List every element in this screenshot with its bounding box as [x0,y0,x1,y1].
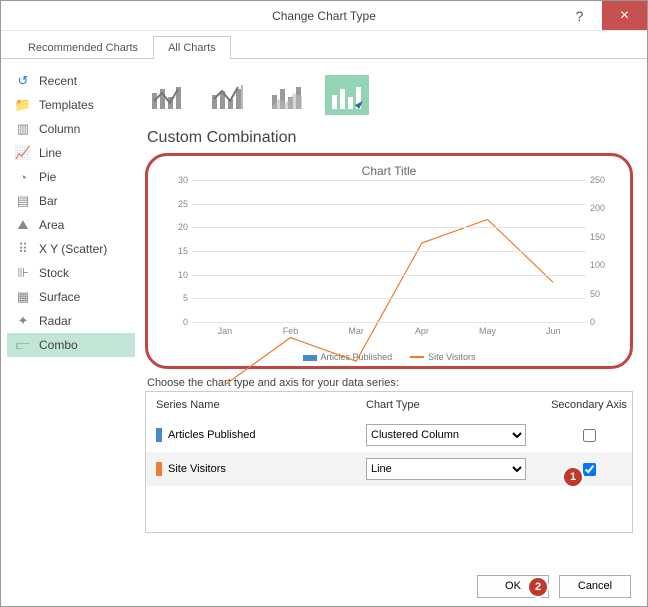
y-left-tick: 30 [164,175,188,185]
titlebar-controls: ? × [557,1,647,30]
sidebar-item-label: Combo [39,338,78,352]
combo-icon: ⫍ [15,337,31,353]
sidebar-item-label: Column [39,122,80,136]
sidebar-item-column[interactable]: ▥ Column [7,117,135,141]
tab-all-charts[interactable]: All Charts [153,36,231,59]
sidebar-item-x-y-scatter-[interactable]: ⠿ X Y (Scatter) [7,237,135,261]
combo-icon-2 [209,79,245,111]
combo-variant-custom[interactable] [325,75,369,115]
sidebar-item-label: Recent [39,74,77,88]
combo-variant-2[interactable] [205,75,249,115]
secondary-axis-checkbox-articles[interactable] [583,429,596,442]
callout-1: 1 [564,468,582,486]
sidebar-item-label: Templates [39,98,94,112]
sidebar-item-label: Surface [39,290,80,304]
change-chart-type-dialog: Change Chart Type ? × Recommended Charts… [0,0,648,607]
y-right-tick: 150 [590,232,618,242]
surface-icon: ▦ [15,289,31,305]
sidebar-item-label: Area [39,218,64,232]
templates-icon: 📁 [15,97,31,113]
plot-area [192,180,586,322]
sidebar-item-line[interactable]: 📈 Line [7,141,135,165]
x-category: Feb [258,326,324,336]
tab-recommended-charts[interactable]: Recommended Charts [13,36,153,59]
x-axis-labels: JanFebMarAprMayJun [192,326,586,336]
sidebar-item-label: Radar [39,314,72,328]
recent-icon: ↺ [15,73,31,89]
column-icon: ▥ [15,121,31,137]
chart-type-sidebar: ↺ Recent 📁 Templates ▥ Column 📈 Line ◔ Pie ▤ Bar ⛰ Ar… [1,59,141,566]
x-category: Apr [389,326,455,336]
bar-swatch-icon [156,428,162,442]
sidebar-item-bar[interactable]: ▤ Bar [7,189,135,213]
stock-icon: ⊪ [15,265,31,281]
y-right-tick: 100 [590,260,618,270]
area-icon: ⛰ [15,217,31,233]
col-secondary-axis: Secondary Axis [546,399,632,411]
chart-area: JanFebMarAprMayJun 051015202530050100150… [158,180,620,350]
combo-variant-1[interactable] [145,75,189,115]
help-button[interactable]: ? [557,1,602,30]
combo-icon-1 [149,79,185,111]
x-category: May [455,326,521,336]
cancel-button[interactable]: Cancel [559,575,631,598]
titlebar: Change Chart Type ? × [1,1,647,31]
combo-icon-3 [269,79,305,111]
y-left-tick: 20 [164,222,188,232]
sidebar-item-area[interactable]: ⛰ Area [7,213,135,237]
close-button[interactable]: × [602,1,647,30]
bar-icon: ▤ [15,193,31,209]
combo-variant-row [145,69,633,129]
dialog-footer: OK 2 Cancel [1,566,647,606]
chart-title: Chart Title [158,164,620,178]
radar-icon: ✦ [15,313,31,329]
y-left-tick: 0 [164,317,188,327]
dialog-body: ↺ Recent 📁 Templates ▥ Column 📈 Line ◔ Pie ▤ Bar ⛰ Ar… [1,59,647,566]
section-title: Custom Combination [147,129,633,147]
y-right-tick: 0 [590,317,618,327]
line-overlay [192,180,586,574]
y-left-tick: 10 [164,270,188,280]
pie-icon: ◔ [15,169,31,185]
combo-icon-custom [329,79,365,111]
sidebar-item-radar[interactable]: ✦ Radar [7,309,135,333]
sidebar-item-label: X Y (Scatter) [39,242,107,256]
sidebar-item-label: Bar [39,194,58,208]
x-category: Jun [520,326,586,336]
combo-variant-3[interactable] [265,75,309,115]
line-icon: 📈 [15,145,31,161]
sidebar-item-templates[interactable]: 📁 Templates [7,93,135,117]
tabs: Recommended Charts All Charts [1,31,647,59]
sidebar-item-stock[interactable]: ⊪ Stock [7,261,135,285]
sidebar-item-label: Stock [39,266,69,280]
sidebar-item-surface[interactable]: ▦ Surface [7,285,135,309]
line-swatch-icon [156,462,162,476]
sidebar-item-combo[interactable]: ⫍ Combo [7,333,135,357]
y-left-tick: 5 [164,293,188,303]
x-category: Mar [323,326,389,336]
sidebar-item-label: Line [39,146,62,160]
y-right-tick: 200 [590,203,618,213]
x-category: Jan [192,326,258,336]
x-y-scatter--icon: ⠿ [15,241,31,257]
sidebar-item-label: Pie [39,170,56,184]
callout-2: 2 [529,578,547,596]
y-right-tick: 250 [590,175,618,185]
sidebar-item-recent[interactable]: ↺ Recent [7,69,135,93]
sidebar-item-pie[interactable]: ◔ Pie [7,165,135,189]
y-left-tick: 15 [164,246,188,256]
y-right-tick: 50 [590,289,618,299]
chart-preview: Chart Title JanFebMarAprMayJun 0 5 10 15 20 2… [145,153,633,369]
dialog-title: Change Chart Type [272,9,376,23]
main-panel: Custom Combination Chart Title JanFebMar… [141,59,647,566]
y-left-tick: 25 [164,199,188,209]
secondary-axis-checkbox-visitors[interactable] [583,463,596,476]
